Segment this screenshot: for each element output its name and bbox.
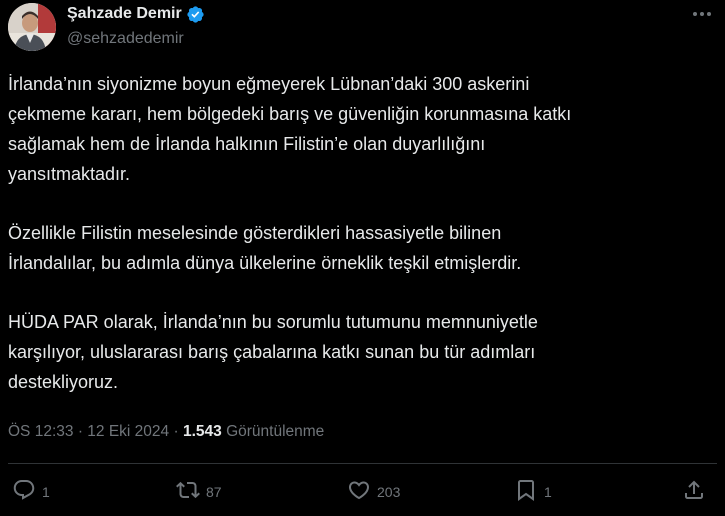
tweet-paragraph: Özellikle Filistin meselesinde gösterdik… [8, 223, 522, 273]
share-icon [682, 478, 706, 505]
views-label: Görüntülenme [226, 423, 325, 440]
action-bar: 1 87 203 1 [0, 478, 725, 512]
avatar[interactable] [8, 3, 56, 51]
reply-icon [12, 478, 36, 505]
tweet-text: İrlanda’nın siyonizme boyun eğmeyerek Lü… [8, 69, 708, 426]
tweet-paragraph: İrlanda’nın siyonizme boyun eğmeyerek Lü… [8, 74, 572, 184]
bookmark-icon [514, 478, 538, 505]
repost-icon [176, 478, 200, 505]
repost-count: 87 [206, 483, 222, 500]
more-options-icon[interactable] [690, 4, 714, 24]
post-date[interactable]: 12 Eki 2024 [87, 423, 169, 440]
tweet-meta: ÖS 12:33 · 12 Eki 2024 · 1.543 Görüntüle… [8, 421, 324, 443]
display-name[interactable]: Şahzade Demir [67, 4, 182, 24]
avatar-image [8, 3, 56, 51]
verified-badge-icon[interactable] [186, 5, 205, 24]
views-count: 1.543 [182, 423, 222, 440]
user-handle[interactable]: @sehzadedemir [67, 29, 184, 49]
reply-count: 1 [42, 483, 50, 500]
like-count: 203 [377, 483, 401, 500]
repost-button[interactable]: 87 [176, 478, 222, 505]
meta-separator: · [173, 423, 179, 440]
heart-icon [347, 478, 371, 505]
bookmark-count: 1 [544, 483, 552, 500]
post-time[interactable]: ÖS 12:33 [8, 423, 74, 440]
meta-separator: · [77, 423, 83, 440]
divider [8, 463, 717, 464]
tweet-header: Şahzade Demir @sehzadedemir [0, 0, 725, 60]
reply-button[interactable]: 1 [12, 478, 50, 505]
tweet-paragraph: HÜDA PAR olarak, İrlanda’nın bu sorumlu … [8, 312, 538, 392]
like-button[interactable]: 203 [347, 478, 400, 505]
bookmark-button[interactable]: 1 [514, 478, 552, 505]
share-button[interactable] [682, 478, 706, 505]
